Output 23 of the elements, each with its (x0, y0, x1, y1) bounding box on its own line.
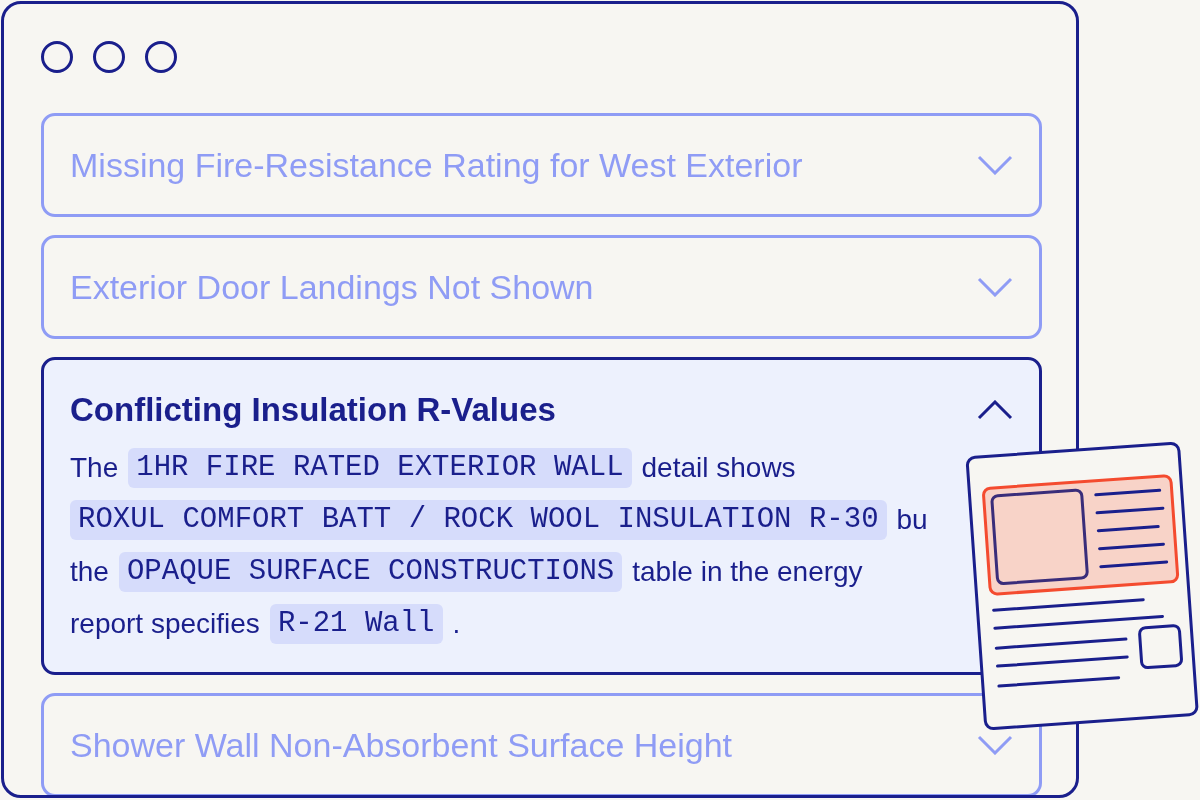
window-control-icon[interactable] (41, 41, 73, 73)
body-text: bu (896, 503, 928, 537)
code-tag: R-21 Wall (269, 604, 443, 644)
window-control-icon[interactable] (145, 41, 177, 73)
issue-card[interactable]: Exterior Door Landings Not Shown (41, 235, 1042, 339)
body-text: . (452, 607, 461, 641)
window-control-icon[interactable] (93, 41, 125, 73)
body-text: the (70, 555, 109, 589)
body-text: report specifies (70, 607, 260, 641)
issue-title: Conflicting Insulation R-Values (70, 390, 556, 430)
body-text: The (70, 451, 119, 485)
issue-card[interactable] (41, 357, 1042, 675)
issue-title: Exterior Door Landings Not Shown (70, 267, 594, 307)
body-text: table in the energy (632, 555, 863, 589)
code-tag: 1HR FIRE RATED EXTERIOR WALL (128, 448, 632, 488)
code-tag: ROXUL COMFORT BATT / ROCK WOOL INSULATION R-30 (70, 500, 887, 540)
issue-card[interactable]: Shower Wall Non-Absorbent Surface Height (41, 693, 1042, 795)
chevron-up-icon[interactable] (977, 400, 1013, 420)
issue-card[interactable]: Missing Fire-Resistance Rating for West Exterior (41, 113, 1042, 217)
issue-title: Missing Fire-Resistance Rating for West Exterior (70, 145, 803, 185)
body-text: detail shows (641, 451, 796, 485)
issue-title: Shower Wall Non-Absorbent Surface Height (70, 725, 733, 765)
code-tag: OPAQUE SURFACE CONSTRUCTIONS (118, 552, 623, 592)
